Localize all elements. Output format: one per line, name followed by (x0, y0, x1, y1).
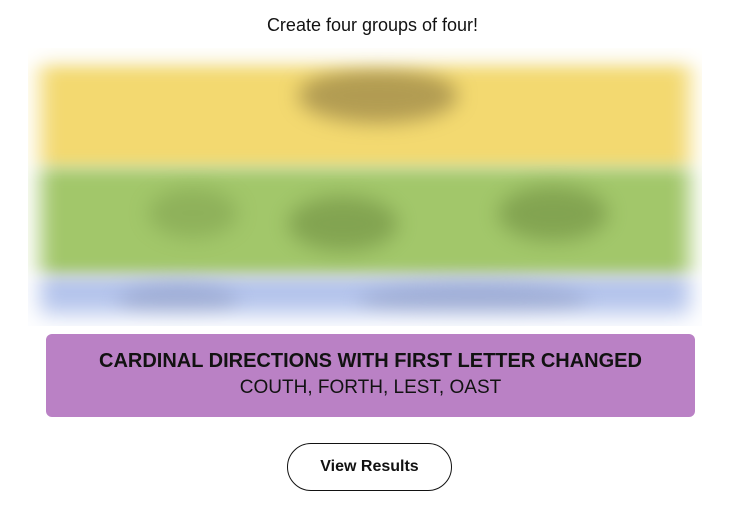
blurred-solved-groups (28, 48, 702, 326)
solved-group-members: COUTH, FORTH, LEST, OAST (239, 377, 502, 398)
connections-game-page: Create four groups of four! CARDINAL DIR… (0, 0, 745, 508)
blur-edge-fade (28, 48, 702, 326)
view-results-button[interactable]: View Results (287, 443, 452, 491)
instructions-text: Create four groups of four! (266, 15, 479, 35)
solved-group-title: CARDINAL DIRECTIONS WITH FIRST LETTER CH… (99, 350, 642, 372)
solved-group-purple: CARDINAL DIRECTIONS WITH FIRST LETTER CH… (46, 334, 695, 417)
